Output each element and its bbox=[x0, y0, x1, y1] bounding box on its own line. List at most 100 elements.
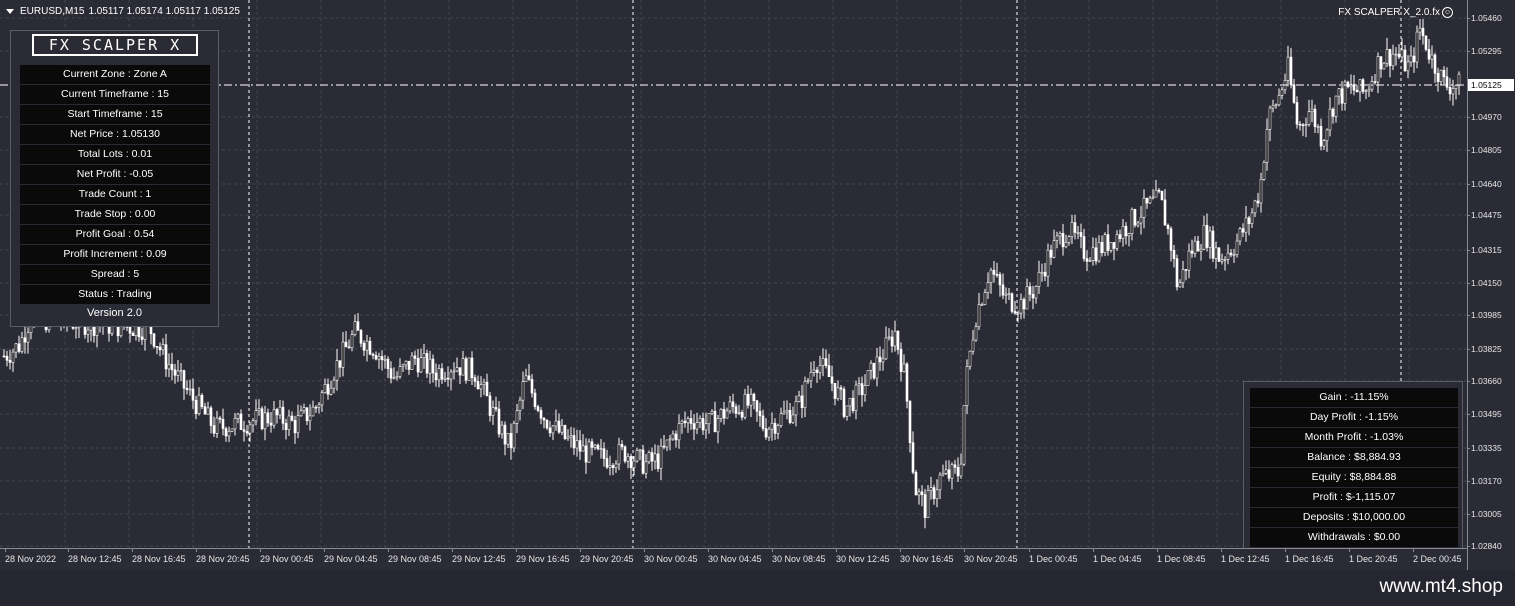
candle bbox=[1130, 207, 1134, 241]
candle-body bbox=[479, 384, 483, 390]
candle bbox=[1361, 77, 1365, 94]
candle-body bbox=[635, 450, 639, 462]
candle bbox=[1256, 192, 1260, 208]
candle-body bbox=[764, 428, 768, 438]
candle-body bbox=[1268, 107, 1272, 130]
candle-body bbox=[968, 350, 972, 367]
candle bbox=[509, 423, 513, 460]
candle-body bbox=[239, 413, 243, 430]
candle-body bbox=[1076, 232, 1080, 234]
candle-body bbox=[827, 365, 831, 378]
candle bbox=[608, 455, 612, 476]
candle bbox=[1037, 260, 1041, 294]
candle-body bbox=[506, 433, 510, 445]
candle-body bbox=[224, 428, 228, 437]
candle bbox=[293, 415, 297, 444]
candle-body bbox=[1193, 240, 1197, 254]
candle bbox=[929, 476, 933, 500]
chart-area[interactable]: EURUSD,M15 1.05117 1.05174 1.05117 1.051… bbox=[0, 0, 1515, 570]
candle-body bbox=[1106, 234, 1110, 251]
candle bbox=[8, 349, 12, 370]
candle bbox=[635, 447, 639, 463]
candle-body bbox=[305, 407, 309, 422]
version-label: Version 2.0 bbox=[86, 307, 143, 319]
candle-body bbox=[1091, 247, 1095, 261]
candle-body bbox=[17, 343, 21, 352]
candle bbox=[476, 375, 480, 390]
candle bbox=[374, 351, 378, 361]
candle bbox=[1187, 243, 1191, 279]
candle bbox=[461, 350, 465, 376]
candle bbox=[641, 444, 645, 475]
candle bbox=[881, 349, 885, 371]
candle-body bbox=[1136, 222, 1140, 226]
candle bbox=[1118, 229, 1122, 243]
candle bbox=[899, 342, 903, 382]
candle bbox=[893, 320, 897, 352]
candle-body bbox=[779, 413, 783, 426]
menu-triangle-icon[interactable] bbox=[6, 9, 14, 14]
candle-body bbox=[818, 365, 822, 373]
candle-body bbox=[326, 384, 330, 395]
candle-body bbox=[1082, 236, 1086, 259]
candle bbox=[1286, 45, 1290, 87]
candle bbox=[1409, 45, 1413, 67]
candle-body bbox=[671, 433, 675, 440]
candle-body bbox=[425, 353, 429, 374]
time-tick-label: 29 Nov 16:45 bbox=[516, 548, 570, 564]
candle-body bbox=[896, 330, 900, 350]
candle-body bbox=[1052, 240, 1056, 258]
candle-body bbox=[299, 410, 303, 417]
candle bbox=[794, 395, 798, 427]
candle bbox=[1298, 121, 1302, 131]
candle-body bbox=[1112, 242, 1116, 249]
candle bbox=[1427, 39, 1431, 64]
candle bbox=[1049, 244, 1053, 265]
candle-body bbox=[374, 355, 378, 360]
candle-body bbox=[1364, 90, 1368, 93]
candle bbox=[158, 342, 162, 357]
candle bbox=[386, 356, 390, 379]
candle bbox=[1274, 103, 1278, 109]
candle-body bbox=[329, 387, 333, 395]
candle-body bbox=[539, 410, 543, 419]
candle-body bbox=[1205, 224, 1209, 248]
candle-body bbox=[758, 410, 762, 417]
candle bbox=[587, 438, 591, 463]
time-tick-label: 1 Dec 00:45 bbox=[1029, 548, 1078, 564]
candle-body bbox=[647, 452, 651, 463]
candle bbox=[1184, 269, 1188, 281]
candle bbox=[434, 363, 438, 387]
candle-body bbox=[500, 424, 504, 435]
candle-body bbox=[1241, 228, 1245, 233]
candle-body bbox=[8, 359, 12, 363]
candle bbox=[326, 378, 330, 400]
candle-body bbox=[677, 423, 681, 441]
candle-body bbox=[1061, 233, 1065, 248]
candle bbox=[1319, 118, 1323, 151]
info-row: Spread : 5 bbox=[20, 265, 210, 284]
candle-body bbox=[977, 304, 981, 327]
candle-body bbox=[254, 410, 258, 422]
candle-body bbox=[932, 487, 936, 499]
candle-body bbox=[320, 392, 324, 406]
candle-body bbox=[176, 370, 180, 376]
candle bbox=[392, 367, 396, 380]
expert-advisor-label[interactable]: FX SCALPER X_2.0.fx ☺ bbox=[1338, 7, 1453, 18]
candle-body bbox=[893, 330, 897, 347]
candle-body bbox=[1019, 299, 1023, 314]
candle bbox=[266, 408, 270, 427]
candle bbox=[1094, 237, 1098, 265]
candle bbox=[758, 402, 762, 427]
candle-body bbox=[686, 418, 690, 424]
candle-body bbox=[749, 393, 753, 406]
candle bbox=[605, 449, 609, 470]
candle bbox=[590, 438, 594, 456]
candle-body bbox=[554, 420, 558, 427]
candle-body bbox=[998, 274, 1002, 286]
candle-body bbox=[737, 411, 741, 414]
candle bbox=[788, 402, 792, 425]
candle bbox=[233, 412, 237, 436]
candle bbox=[557, 413, 561, 434]
candle bbox=[761, 409, 765, 432]
